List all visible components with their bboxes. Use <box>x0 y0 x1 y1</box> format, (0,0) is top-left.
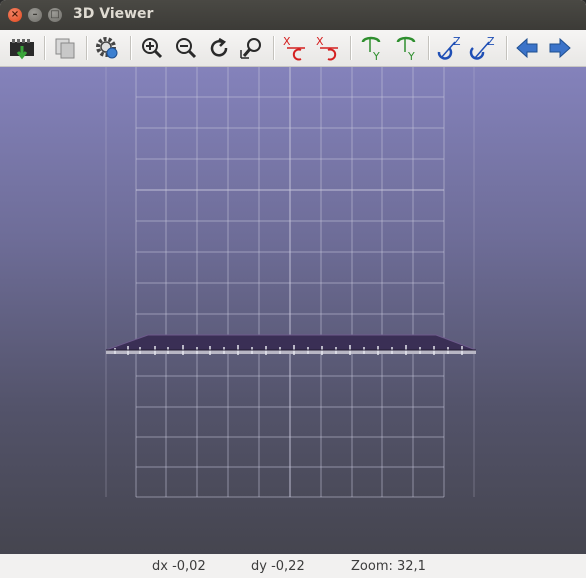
rotate-x-ccw-icon: X <box>316 35 338 61</box>
close-window-button[interactable]: × <box>8 8 22 22</box>
zoom-fit-icon <box>240 38 261 59</box>
3d-scene <box>105 67 477 498</box>
rotate-y-ccw-icon: Y <box>396 36 416 62</box>
rotate-x-cw-button[interactable]: X <box>280 33 310 63</box>
options-gear-icon <box>96 37 118 59</box>
zoom-in-button[interactable] <box>137 33 167 63</box>
status-dy: dy -0,22 <box>251 559 305 574</box>
toolbar: X X Y Y Z Z <box>0 30 586 67</box>
window-title: 3D Viewer <box>73 6 154 22</box>
move-left-button[interactable] <box>512 33 542 63</box>
rotate-z-ccw-button[interactable]: Z <box>469 33 499 63</box>
zoom-in-icon <box>142 38 163 59</box>
rotate-x-ccw-button[interactable]: X <box>313 33 343 63</box>
copy-button[interactable] <box>50 33 80 63</box>
svg-text:Y: Y <box>372 50 380 62</box>
minimize-window-button[interactable]: – <box>28 8 42 22</box>
options-button[interactable] <box>92 33 122 63</box>
move-left-icon <box>516 37 538 59</box>
rotate-z-cw-icon: Z <box>437 35 461 60</box>
status-bar: dx -0,02 dy -0,22 Zoom: 32,1 <box>0 554 586 578</box>
redraw-button[interactable] <box>204 33 234 63</box>
rotate-z-cw-button[interactable]: Z <box>435 33 465 63</box>
pcb-board <box>105 334 477 355</box>
zoom-fit-button[interactable] <box>237 33 267 63</box>
viewer-window: × – □ 3D Viewer X X Y Y Z Z dx -0,02 dy … <box>0 0 586 578</box>
rotate-y-cw-icon: Y <box>361 36 381 62</box>
rotate-y-cw-button[interactable]: Y <box>357 33 387 63</box>
svg-text:Z: Z <box>487 35 495 48</box>
svg-text:X: X <box>316 35 324 48</box>
status-dx: dx -0,02 <box>152 559 206 574</box>
redraw-icon <box>210 37 228 57</box>
svg-text:Y: Y <box>407 50 415 62</box>
zoom-out-button[interactable] <box>171 33 201 63</box>
reload-board-icon <box>10 39 34 60</box>
maximize-window-button[interactable]: □ <box>48 8 62 22</box>
svg-text:Z: Z <box>453 35 461 48</box>
status-zoom: Zoom: 32,1 <box>351 559 426 574</box>
grid <box>105 67 475 498</box>
rotate-y-ccw-button[interactable]: Y <box>392 33 422 63</box>
title-bar: × – □ 3D Viewer <box>0 0 586 30</box>
3d-viewport[interactable] <box>0 67 586 554</box>
reload-board-button[interactable] <box>7 33 37 63</box>
rotate-z-ccw-icon: Z <box>469 35 495 60</box>
zoom-out-icon <box>176 38 197 59</box>
move-right-button[interactable] <box>545 33 575 63</box>
svg-text:X: X <box>283 35 291 48</box>
copy-to-clipboard-icon <box>55 38 75 59</box>
move-right-icon <box>549 37 571 59</box>
rotate-x-cw-icon: X <box>283 35 305 61</box>
